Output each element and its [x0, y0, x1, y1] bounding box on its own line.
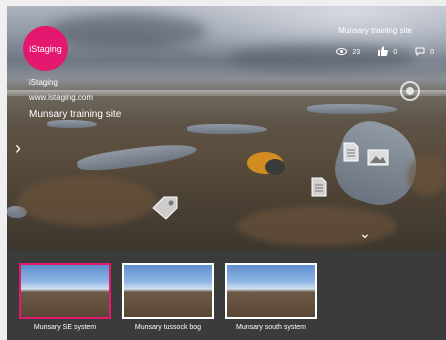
previous-arrow-icon[interactable]: › [15, 139, 21, 157]
tussock [17, 176, 157, 226]
gyroscope-icon[interactable] [400, 81, 420, 101]
scene-thumbnail-se-system[interactable] [19, 263, 111, 319]
scene-thumbnail-south-system[interactable] [225, 263, 317, 319]
scene-label: Munsary SE system [33, 324, 97, 331]
views-count: 23 [352, 48, 361, 56]
brand-name: iStaging [29, 78, 58, 87]
comments-count: 0 [430, 48, 434, 56]
water-pool [187, 124, 267, 134]
chevron-down-icon[interactable]: ⌄ [359, 226, 371, 240]
comments-stat[interactable]: 0 [415, 47, 434, 58]
logo-text: iStaging [29, 43, 62, 54]
eye-icon [336, 47, 348, 57]
cloud [47, 14, 207, 48]
scene-label: Munsary south system [235, 324, 307, 331]
water-pool [307, 104, 397, 114]
stats-bar: 23 0 0 [324, 46, 434, 58]
brand-url[interactable]: www.istaging.com [29, 93, 93, 102]
viewer-frame: iStaging iStaging www.istaging.com Munsa… [7, 6, 446, 340]
brand-logo[interactable]: iStaging [23, 26, 68, 71]
comment-icon[interactable] [415, 47, 425, 58]
tussock [237, 206, 397, 246]
tag-icon[interactable] [150, 194, 180, 225]
likes-count: 0 [393, 48, 398, 56]
water-pool [76, 139, 198, 175]
views-stat: 23 [336, 47, 361, 57]
panorama-view[interactable]: iStaging iStaging www.istaging.com Munsa… [7, 6, 446, 250]
site-name: Munsary training site [29, 109, 122, 120]
scene-thumbnail-tussock-bog[interactable] [122, 263, 214, 319]
tour-title: Munsary training site [338, 26, 412, 35]
equipment-bag [245, 149, 289, 182]
thumbs-up-icon[interactable] [378, 46, 389, 58]
document-icon[interactable] [311, 177, 327, 202]
image-icon[interactable] [367, 149, 389, 171]
document-icon[interactable] [343, 142, 359, 167]
likes-stat[interactable]: 0 [378, 46, 397, 58]
scene-label: Munsary tussock bog [134, 324, 202, 331]
scene-tray: Munsary SE system Munsary tussock bog Mu… [7, 250, 446, 340]
tussock [407, 156, 446, 196]
water-pool [47, 120, 97, 128]
